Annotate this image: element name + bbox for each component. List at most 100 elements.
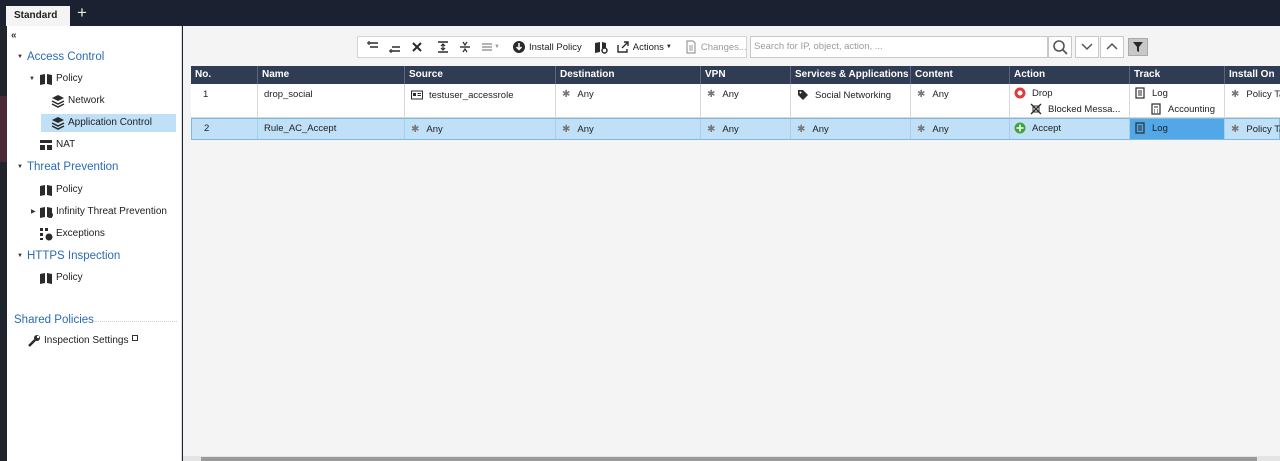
- expand-arrow-icon[interactable]: ▼: [17, 48, 27, 66]
- add-rule-below-button[interactable]: [384, 37, 406, 57]
- close-icon: [410, 40, 424, 54]
- list-menu-button[interactable]: ▼: [476, 37, 504, 57]
- rule-name-cell[interactable]: drop_social: [258, 84, 405, 117]
- sidebar-item-label: Threat Prevention: [27, 161, 119, 173]
- horizontal-scrollbar-thumb[interactable]: [201, 457, 1257, 461]
- source-cell[interactable]: testuser_accessrole: [405, 84, 556, 117]
- rule-name: Rule_AC_Accept: [264, 123, 337, 134]
- column-header-track[interactable]: Track: [1130, 66, 1225, 84]
- sidebar-item-application-control[interactable]: Application Control: [41, 114, 176, 132]
- exceptions-icon: [39, 227, 53, 241]
- actions-label: Actions: [632, 41, 664, 53]
- collapse-sections-button[interactable]: [454, 37, 476, 57]
- expand-arrow-icon[interactable]: ▶: [31, 203, 39, 221]
- list-icon: [480, 40, 494, 54]
- install-policy-button[interactable]: Install Policy: [508, 37, 586, 57]
- sidebar-item-threat-prevention[interactable]: ▼ Threat Prevention: [17, 158, 118, 176]
- sidebar-item-label: Application Control: [68, 117, 152, 128]
- rule-number-cell: 2: [192, 119, 258, 139]
- add-rule-below-icon: [388, 40, 402, 54]
- install-policy-label: Install Policy: [528, 41, 582, 53]
- sidebar-item-access-control[interactable]: ▼ Access Control: [17, 48, 104, 66]
- sidebar-item-nat[interactable]: NAT: [39, 136, 75, 154]
- any-icon: ✱: [1231, 89, 1240, 100]
- content-value: Any: [932, 124, 949, 135]
- column-header-action[interactable]: Action: [1010, 66, 1130, 84]
- destination-cell[interactable]: ✱ Any: [556, 84, 701, 117]
- filter-button[interactable]: [1128, 38, 1148, 56]
- sidebar-item-threat-policy[interactable]: Policy: [39, 181, 83, 199]
- sidebar-item-access-policy[interactable]: ▼ Policy: [29, 70, 83, 88]
- chevron-down-icon: [1081, 43, 1093, 51]
- any-icon: ✱: [562, 124, 571, 135]
- action-cell[interactable]: Drop Blocked Messa...: [1010, 84, 1130, 117]
- sidebar-item-infinity-threat-prevention[interactable]: ▶ Infinity Threat Prevention: [31, 203, 167, 221]
- source-value: Any: [426, 124, 443, 135]
- expand-arrow-icon[interactable]: ▼: [17, 158, 27, 176]
- policy-settings-button[interactable]: [590, 37, 612, 57]
- rule-name-cell[interactable]: Rule_AC_Accept: [258, 119, 405, 139]
- source-cell[interactable]: ✱ Any: [405, 119, 556, 139]
- rulebase-area: ▼ Install Policy Actions ▼ Changes... Se…: [183, 26, 1280, 461]
- services-cell[interactable]: Social Networking: [791, 84, 911, 117]
- track-cell[interactable]: Log Accounting: [1130, 84, 1225, 117]
- column-header-vpn[interactable]: VPN: [701, 66, 791, 84]
- expand-arrow-icon[interactable]: ▼: [17, 247, 27, 265]
- wrench-icon: [27, 334, 41, 348]
- rule-name: drop_social: [264, 89, 313, 100]
- column-header-destination[interactable]: Destination: [556, 66, 701, 84]
- search-previous-button[interactable]: [1100, 36, 1124, 58]
- track-cell[interactable]: Log: [1130, 119, 1225, 139]
- add-tab-button[interactable]: +: [74, 4, 90, 22]
- policy-sidebar: « ▼ Access Control ▼ Policy Network Appl…: [7, 26, 182, 461]
- sidebar-item-label: Infinity Threat Prevention: [56, 206, 167, 217]
- action-cell[interactable]: Accept: [1010, 119, 1130, 139]
- destination-cell[interactable]: ✱ Any: [556, 119, 701, 139]
- left-edge-accent: [0, 96, 7, 162]
- sidebar-item-inspection-settings[interactable]: Inspection Settings: [27, 332, 138, 350]
- install-on-cell[interactable]: ✱ Policy Targets: [1225, 84, 1280, 117]
- sidebar-item-exceptions[interactable]: Exceptions: [39, 225, 105, 243]
- changes-button[interactable]: Changes...: [680, 37, 751, 57]
- layers-icon: [51, 116, 65, 130]
- delete-rule-button[interactable]: [406, 37, 428, 57]
- column-header-services[interactable]: Services & Applications: [791, 66, 911, 84]
- expand-arrow-icon[interactable]: ▼: [29, 70, 39, 88]
- column-header-name[interactable]: Name: [258, 66, 405, 84]
- search-button[interactable]: [1048, 36, 1072, 58]
- table-row[interactable]: 2 Rule_AC_Accept ✱ Any ✱ Any ✱ Any ✱ Any ✱ An…: [191, 118, 1280, 140]
- expand-sections-button[interactable]: [432, 37, 454, 57]
- content-cell[interactable]: ✱ Any: [911, 119, 1010, 139]
- column-header-content[interactable]: Content: [911, 66, 1010, 84]
- column-header-no[interactable]: No.: [191, 66, 258, 84]
- search-next-button[interactable]: [1075, 36, 1099, 58]
- actions-menu-button[interactable]: Actions ▼: [612, 37, 676, 57]
- collapse-sidebar-button[interactable]: «: [11, 30, 17, 41]
- tab-standard[interactable]: Standard: [6, 6, 70, 26]
- rule-search-input[interactable]: Search for IP, object, action, ...: [750, 36, 1048, 58]
- sidebar-item-network[interactable]: Network: [51, 92, 105, 110]
- vpn-cell[interactable]: ✱ Any: [701, 84, 791, 117]
- any-icon: ✱: [917, 89, 926, 100]
- column-header-install-on[interactable]: Install On: [1225, 66, 1280, 84]
- rule-number: 1: [203, 89, 209, 100]
- sidebar-section-shared-policies[interactable]: Shared Policies: [14, 311, 94, 329]
- rulebase-toolbar: ▼ Install Policy Actions ▼ Changes...: [357, 36, 747, 58]
- sidebar-item-https-policy[interactable]: Policy: [39, 269, 83, 287]
- search-icon: [1053, 40, 1068, 55]
- vpn-cell[interactable]: ✱ Any: [701, 119, 791, 139]
- accept-icon: [1014, 122, 1026, 134]
- content-cell[interactable]: ✱ Any: [911, 84, 1010, 117]
- install-on-cell[interactable]: ✱ Policy Targets: [1225, 119, 1280, 139]
- sidebar-item-https-inspection[interactable]: ▼ HTTPS Inspection: [17, 247, 120, 265]
- vpn-value: Any: [722, 124, 739, 135]
- column-header-source[interactable]: Source: [405, 66, 556, 84]
- table-row[interactable]: 1 drop_social testuser_accessrole ✱ Any ✱…: [191, 84, 1280, 118]
- any-icon: ✱: [562, 89, 571, 100]
- sidebar-item-label: Shared Policies: [14, 314, 94, 326]
- any-icon: ✱: [707, 124, 716, 135]
- shield-book-icon: [39, 205, 53, 219]
- add-rule-above-button[interactable]: [362, 37, 384, 57]
- services-cell[interactable]: ✱ Any: [791, 119, 911, 139]
- expand-icon: [436, 40, 450, 54]
